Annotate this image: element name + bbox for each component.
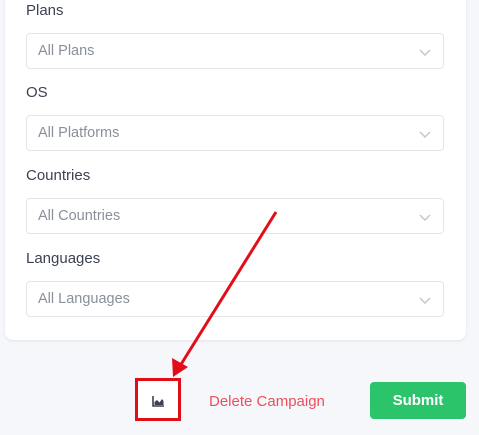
countries-select[interactable]: All Countries bbox=[26, 198, 444, 234]
plans-value: All Plans bbox=[38, 43, 95, 59]
countries-value: All Countries bbox=[38, 208, 121, 224]
languages-value: All Languages bbox=[38, 291, 130, 307]
delete-campaign-link[interactable]: Delete Campaign bbox=[209, 393, 325, 410]
plans-label: Plans bbox=[26, 2, 64, 19]
chevron-down-icon bbox=[419, 131, 431, 139]
languages-select[interactable]: All Languages bbox=[26, 281, 444, 317]
countries-label: Countries bbox=[26, 167, 91, 184]
chevron-down-icon bbox=[419, 49, 431, 57]
area-chart-icon bbox=[152, 396, 164, 407]
os-select[interactable]: All Platforms bbox=[26, 115, 444, 151]
chart-button[interactable] bbox=[135, 378, 181, 421]
os-value: All Platforms bbox=[38, 125, 120, 141]
chevron-down-icon bbox=[419, 214, 431, 222]
chevron-down-icon bbox=[419, 297, 431, 305]
languages-label: Languages bbox=[26, 250, 101, 267]
submit-button[interactable]: Submit bbox=[370, 382, 466, 419]
plans-select[interactable]: All Plans bbox=[26, 33, 444, 69]
os-label: OS bbox=[26, 84, 48, 101]
